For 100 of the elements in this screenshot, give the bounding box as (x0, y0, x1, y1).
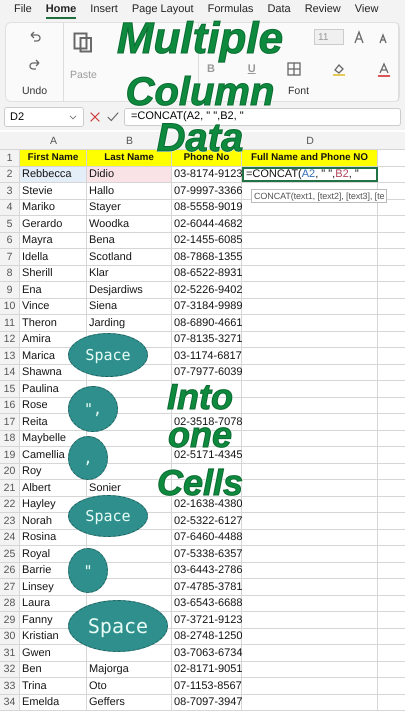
table-cell: 08-7868-1355 (172, 249, 242, 264)
row-number: 11 (0, 315, 20, 330)
row-number: 26 (0, 562, 20, 578)
table-cell: 07-1153-8567 (172, 678, 242, 694)
menu-tab[interactable]: View (354, 1, 378, 19)
row-number: 14 (0, 364, 20, 380)
table-cell: 03-1174-6817 (172, 348, 242, 364)
table-cell: Mariko (20, 200, 87, 215)
table-cell: 03-8174-9123 (172, 166, 242, 182)
row-number: 23 (0, 513, 20, 528)
row-number: 27 (0, 579, 20, 594)
row-number: 9 (0, 282, 20, 298)
table-cell: Siena (87, 298, 172, 314)
row-number: 28 (0, 596, 20, 611)
group-label: Font (288, 85, 309, 97)
table-cell: Majorga (87, 662, 172, 677)
header-cell: Phone No (172, 150, 242, 166)
overlay-title: Data (156, 123, 244, 153)
row-number: 2 (0, 166, 20, 182)
group-label: Undo (22, 85, 48, 97)
row-number: 6 (0, 232, 20, 248)
table-cell: Gerardo (20, 216, 87, 232)
menu-tab[interactable]: Review (304, 1, 341, 19)
row-number: 32 (0, 662, 20, 677)
row-number: 1 (0, 150, 20, 166)
row-number: 21 (0, 480, 20, 496)
row-number: 12 (0, 332, 20, 347)
row-number: 33 (0, 678, 20, 694)
row-number: 29 (0, 612, 20, 628)
table-cell: Woodka (87, 216, 172, 232)
row-number: 8 (0, 266, 20, 281)
row-number: 10 (0, 298, 20, 314)
menu-tab[interactable]: Formulas (208, 1, 254, 19)
table-cell: Mayra (20, 232, 87, 248)
table-cell: Jarding (87, 315, 172, 330)
menu-tab[interactable]: Page Layout (132, 1, 194, 19)
menu-tab[interactable]: Insert (90, 1, 118, 19)
table-cell: Desjardiws (87, 282, 172, 298)
table-cell: 02-6044-4682 (172, 216, 242, 232)
table-cell: Scotland (87, 249, 172, 264)
row-number: 7 (0, 249, 20, 264)
table-cell: Hallo (87, 183, 172, 198)
editing-cell[interactable]: =CONCAT(A2, " ",B2, " (242, 166, 378, 182)
table-cell: 07-7977-6039 (172, 364, 242, 380)
row-number: 20 (0, 464, 20, 479)
table-cell: Trina (20, 678, 87, 694)
table-cell: Ena (20, 282, 87, 298)
table-cell: 08-5558-9019 (172, 200, 242, 215)
table-cell: Vince (20, 298, 87, 314)
row-number: 13 (0, 348, 20, 364)
font-color-icon (376, 61, 392, 77)
table-cell: Idella (20, 249, 87, 264)
table-cell: 07-5338-6357 (172, 546, 242, 562)
overlay-title: Into (166, 383, 234, 411)
table-cell: 02-8171-9051 (172, 662, 242, 677)
overlay-title: Column (124, 76, 276, 108)
table-cell: Sherill (20, 266, 87, 281)
table-cell: Stevie (20, 183, 87, 198)
table-cell: Ben (20, 662, 87, 677)
menu-tab[interactable]: File (14, 1, 32, 19)
table-cell: 07-9997-3366 (172, 183, 242, 198)
table-cell: 02-5226-9402 (172, 282, 242, 298)
table-cell: 07-6460-4488 (172, 530, 242, 545)
table-cell: Emelda (20, 694, 87, 710)
row-number: 3 (0, 183, 20, 198)
table-cell: 07-3184-9989 (172, 298, 242, 314)
table-cell: 03-6543-6688 (172, 596, 242, 611)
overlay-title: Multiple (116, 16, 284, 62)
column-header[interactable]: A (20, 132, 87, 149)
name-box[interactable]: D2 (4, 107, 84, 127)
table-cell: 08-6890-4661 (172, 315, 242, 330)
row-number: 24 (0, 530, 20, 545)
table-cell: 03-6443-2786 (172, 562, 242, 578)
table-cell: Bena (87, 232, 172, 248)
table-cell: Geffers (87, 694, 172, 710)
table-cell: Klar (87, 266, 172, 281)
row-number: 30 (0, 628, 20, 644)
row-number: 16 (0, 398, 20, 413)
row-number: 22 (0, 496, 20, 512)
table-cell: 07-3721-9123 (172, 612, 242, 628)
header-cell: Last Name (87, 150, 172, 166)
table-cell: 02-5171-4345 (172, 447, 242, 462)
cancel-icon (88, 110, 102, 124)
table-cell: 08-2748-1250 (172, 628, 242, 644)
table-cell: 03-7063-6734 (172, 645, 242, 660)
table-cell: Didio (87, 166, 172, 182)
header-cell: First Name (20, 150, 87, 166)
header-cell: Full Name and Phone NO (242, 150, 378, 166)
borders-icon (286, 61, 302, 77)
function-tooltip: CONCAT(text1, [text2], [text3], [te (251, 189, 388, 203)
menu-tab[interactable]: Data (267, 1, 291, 19)
row-number: 31 (0, 645, 20, 660)
column-header[interactable]: D (242, 132, 378, 149)
table-cell: 07-8135-3271 (172, 332, 242, 347)
table-cell: Albert (20, 480, 87, 496)
table-cell: 08-7097-3947 (172, 694, 242, 710)
table-cell: Oto (87, 678, 172, 694)
row-number: 4 (0, 200, 20, 215)
table-cell: 02-5322-6127 (172, 513, 242, 528)
check-icon (106, 110, 120, 124)
